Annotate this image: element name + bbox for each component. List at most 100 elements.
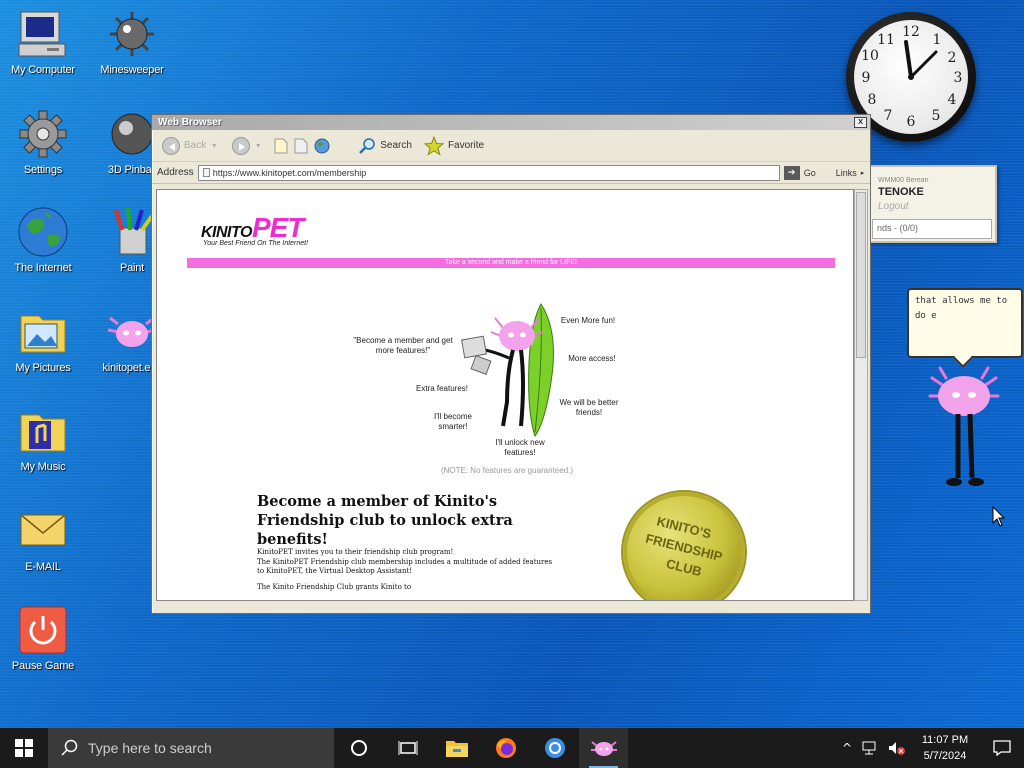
music-folder-icon [17,405,69,457]
page-icon [202,168,210,177]
forward-button[interactable] [232,136,251,155]
cortana-button[interactable] [334,728,383,768]
file-explorer-button[interactable] [432,728,481,768]
favorite-label: Favorite [447,140,485,151]
address-input[interactable]: https://www.kinitopet.com/membership [197,164,780,181]
speech-bubble-tail [953,348,973,368]
account-username: TENOKE [878,186,924,198]
membership-paragraph: KinitoPET invites you to their friendshi… [257,548,557,592]
kinito-surfboard-illustration [461,303,554,438]
taskbar-date: 5/7/2024 [923,750,967,762]
firefox-icon [495,738,516,758]
kinitopet-logo[interactable]: KINITOPET Your Best Friend On The Intern… [201,212,308,247]
taskbar-time: 11:07 PM [921,734,969,746]
web-page: KINITOPET Your Best Friend On The Intern… [156,189,854,601]
scrollbar-thumb[interactable] [856,192,866,358]
file-explorer-icon [445,741,468,757]
search-icon [359,137,376,154]
desktop-icon-my-pictures[interactable]: My Pictures [1,306,85,374]
address-bar: Address https://www.kinitopet.com/member… [152,162,870,184]
copy-page-icon [294,138,308,153]
membership-heading: Become a member of Kinito's Friendship c… [257,493,513,548]
links-chevron-icon[interactable]: ▸ [861,169,865,177]
desktop-icon-email[interactable]: E-MAIL [1,505,85,573]
computer-icon [17,8,69,60]
pictures-folder-icon [17,306,69,358]
browser-window: Web Browser x Back ▾ ▾ Search Favorite A… [151,114,871,614]
kinito-icon [590,741,617,756]
copy-button[interactable] [294,138,308,154]
callout-become-member: "Become a member and get more features!" [353,336,453,355]
callout-more-access: More access! [568,354,616,363]
globe-small-icon [314,138,330,153]
kinito-taskbar-button[interactable] [579,728,628,768]
search-button[interactable]: Search [358,137,412,155]
logout-link[interactable]: Logout [878,201,909,212]
taskbar-search-box[interactable]: Type here to search [48,728,334,768]
go-arrow-icon[interactable]: ➔ [783,165,800,180]
taskbar: Type here to search ^ 11:07 PM 5/7/2024 [0,728,1024,768]
document-icon [274,138,288,153]
search-label: Search [380,140,412,151]
chevron-up-icon[interactable]: ^ [836,741,858,755]
banner-bar: Take a second and make a friend for LIFE… [187,258,835,268]
close-button[interactable]: x [854,117,867,128]
desktop-icon-label: Minesweeper [100,64,164,76]
star-icon [423,135,444,156]
account-id: WMM00 Berean [878,177,929,184]
home-button[interactable] [314,138,330,154]
links-button[interactable]: Links [836,168,857,178]
logo-text-pink: PET [251,212,304,243]
window-title: Web Browser [158,117,222,128]
chrome-button[interactable] [530,728,579,768]
kinito-character [928,366,1000,486]
volume-muted-icon[interactable] [887,740,907,756]
title-bar[interactable]: Web Browser x [152,115,870,130]
desktop-icon-label: My Computer [11,64,75,76]
windows-logo-icon [15,739,33,757]
search-placeholder: Type here to search [88,740,212,756]
back-arrow-icon [162,136,180,155]
system-tray: ^ 11:07 PM 5/7/2024 [836,728,1024,768]
favorite-button[interactable]: Favorite [423,135,485,156]
go-button[interactable]: Go [804,168,816,178]
network-icon[interactable] [861,740,881,756]
speech-bubble: that allows me to do e [907,288,1023,368]
logo-text-black: KINITO [201,224,252,241]
desktop-icon-label: My Music [20,461,66,473]
friendship-club-badge: KINITO'S FRIENDSHIP CLUB [623,492,745,600]
power-icon [17,604,69,656]
desktop-icon-settings[interactable]: Settings [1,108,85,176]
desktop-icon-pause-game[interactable]: Pause Game [1,604,85,672]
gear-icon [17,108,69,160]
start-button[interactable] [0,728,48,768]
forward-arrow-icon [232,136,251,155]
desktop-icon-label: The Internet [14,262,72,274]
desktop-icon-label: E-MAIL [25,561,61,573]
desktop-icon-label: My Pictures [15,362,71,374]
taskbar-clock[interactable]: 11:07 PM 5/7/2024 [910,732,980,764]
desktop-icon-my-music[interactable]: My Music [1,405,85,473]
paragraph-line: The Kinito Friendship Club grants Kinito… [257,582,412,591]
back-dropdown-icon[interactable]: ▾ [212,141,216,150]
friends-field: nds - (0/0) [872,219,992,239]
desktop-icon-minesweeper[interactable]: Minesweeper [90,8,174,76]
speech-text: that allows me to do e [915,296,1008,321]
notification-button[interactable] [980,728,1024,768]
mouse-cursor-icon [992,506,1006,527]
globe-icon [17,206,69,258]
vertical-scrollbar[interactable] [854,189,868,601]
back-button[interactable]: Back [162,136,207,155]
address-value: https://www.kinitopet.com/membership [212,167,367,178]
back-label: Back [184,140,207,151]
page-button[interactable] [274,138,288,154]
desktop-icon-my-computer[interactable]: My Computer [1,8,85,76]
forward-dropdown-icon[interactable]: ▾ [256,141,260,150]
task-view-button[interactable] [383,728,432,768]
chrome-icon [544,738,565,758]
desktop-icon-the-internet[interactable]: The Internet [1,206,85,274]
logo-tagline: Your Best Friend On The Internet! [203,240,309,247]
cortana-icon [350,740,367,756]
firefox-button[interactable] [481,728,530,768]
task-view-icon [398,741,417,755]
